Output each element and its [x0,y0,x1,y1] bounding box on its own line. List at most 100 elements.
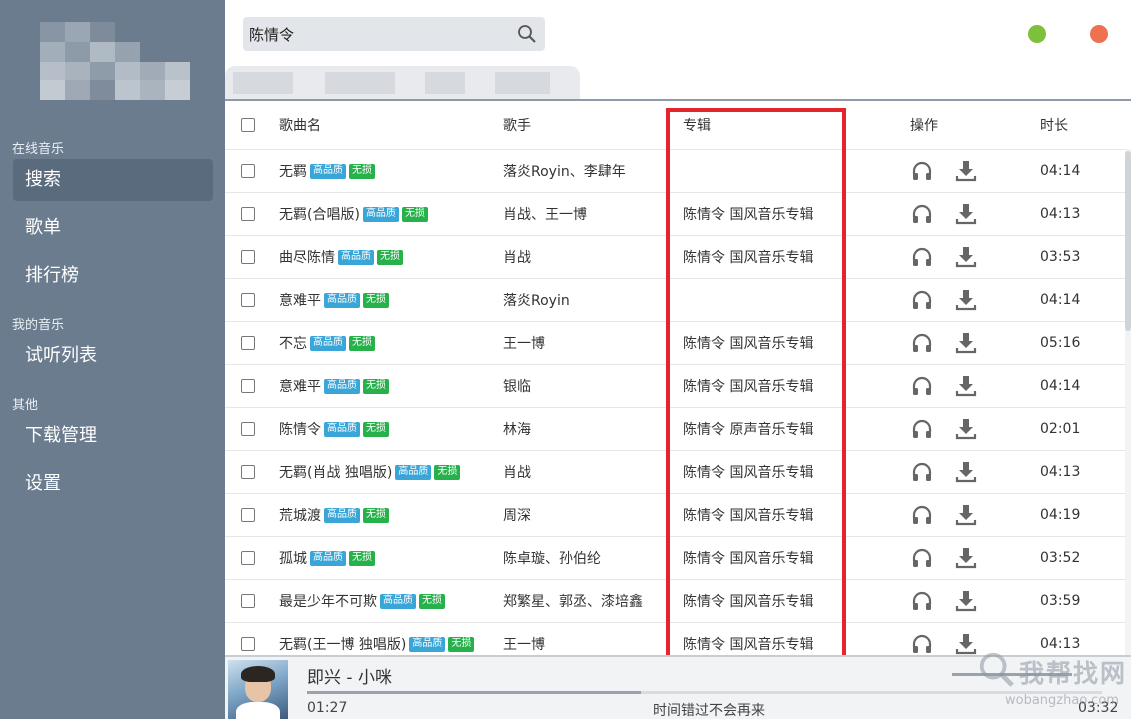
headphones-icon[interactable] [910,460,934,484]
table-row[interactable]: 无羁 高品质 无损 落炎Royin、李肆年 04:14 [225,149,1125,192]
quality-tag-lossless: 无损 [434,464,461,480]
album-cover[interactable] [228,660,288,719]
avatar[interactable] [40,22,190,100]
headphones-icon[interactable] [910,546,934,570]
sidebar-section-other: 其他 [12,398,39,413]
sidebar-item-playlists[interactable]: 歌单 [13,207,213,249]
download-icon[interactable] [954,460,978,484]
table-row[interactable]: 意难平 高品质 无损 银临 陈情令 国风音乐专辑 04:14 [225,364,1125,407]
song-name[interactable]: 曲尽陈情 [279,247,335,267]
headphones-icon[interactable] [910,417,934,441]
row-checkbox[interactable] [241,207,255,221]
download-icon[interactable] [954,503,978,527]
song-duration: 04:19 [1040,507,1081,523]
window-minimize-button[interactable] [1028,25,1046,43]
quality-tag-hq: 高品质 [324,378,360,394]
headphones-icon[interactable] [910,503,934,527]
artist-name: 王一博 [503,637,545,653]
sidebar-item-search[interactable]: 搜索 [13,159,213,201]
sidebar-item-charts[interactable]: 排行榜 [13,255,213,297]
sidebar-item-settings[interactable]: 设置 [13,463,213,505]
download-icon[interactable] [954,589,978,613]
watermark-sub: wobangzhao.com [1005,693,1119,708]
quality-tag-lossless: 无损 [363,421,389,437]
table-row[interactable]: 曲尽陈情 高品质 无损 肖战 陈情令 国风音乐专辑 03:53 [225,235,1125,278]
song-name[interactable]: 陈情令 [279,419,321,439]
song-name[interactable]: 无羁(王一博 独唱版) [279,634,406,654]
song-name[interactable]: 无羁 [279,161,307,181]
song-name[interactable]: 无羁(合唱版) [279,204,360,224]
table-row[interactable]: 荒城渡 高品质 无损 周深 陈情令 国风音乐专辑 04:19 [225,493,1125,536]
song-duration: 03:52 [1040,550,1081,566]
headphones-icon[interactable] [910,202,934,226]
row-checkbox[interactable] [241,508,255,522]
album-name: 陈情令 国风音乐专辑 [683,207,814,223]
download-icon[interactable] [954,202,978,226]
song-name[interactable]: 不忘 [279,333,307,353]
table-header: 歌曲名 歌手 专辑 操作 时长 [225,101,1125,149]
table-row[interactable]: 孤城 高品质 无损 陈卓璇、孙伯纶 陈情令 国风音乐专辑 03:52 [225,536,1125,579]
download-icon[interactable] [954,417,978,441]
search-input[interactable] [249,21,499,47]
source-tabs-blurred [225,66,580,100]
song-name[interactable]: 最是少年不可欺 [279,591,377,611]
album-name: 陈情令 国风音乐专辑 [683,594,814,610]
magnifier-watermark-icon [979,652,1014,687]
song-name[interactable]: 无羁(肖战 独唱版) [279,462,392,482]
download-icon[interactable] [954,288,978,312]
top-bar [225,0,1131,100]
headphones-icon[interactable] [910,331,934,355]
table-row[interactable]: 意难平 高品质 无损 落炎Royin 04:14 [225,278,1125,321]
row-checkbox[interactable] [241,551,255,565]
album-name: 陈情令 国风音乐专辑 [683,336,814,352]
headphones-icon[interactable] [910,589,934,613]
artist-name: 落炎Royin [503,293,570,309]
download-icon[interactable] [954,546,978,570]
row-checkbox[interactable] [241,293,255,307]
table-row[interactable]: 无羁(肖战 独唱版) 高品质 无损 肖战 陈情令 国风音乐专辑 04:13 [225,450,1125,493]
headphones-icon[interactable] [910,288,934,312]
row-checkbox[interactable] [241,164,255,178]
window-close-button[interactable] [1090,25,1108,43]
download-icon[interactable] [954,159,978,183]
table-row[interactable]: 最是少年不可欺 高品质 无损 郑繁星、郭丞、漆培鑫 陈情令 国风音乐专辑 03:59 [225,579,1125,622]
scrollbar-thumb[interactable] [1125,151,1131,331]
headphones-icon[interactable] [910,374,934,398]
quality-tag-lossless: 无损 [363,507,389,523]
download-icon[interactable] [954,374,978,398]
song-duration: 04:14 [1040,163,1081,179]
row-checkbox[interactable] [241,379,255,393]
row-checkbox[interactable] [241,422,255,436]
song-duration: 03:59 [1040,593,1081,609]
row-checkbox[interactable] [241,336,255,350]
current-time: 01:27 [307,700,348,716]
row-checkbox[interactable] [241,250,255,264]
search-icon[interactable] [517,24,537,44]
song-name[interactable]: 孤城 [279,548,307,568]
quality-tag-hq: 高品质 [324,507,360,523]
quality-tag-hq: 高品质 [324,292,360,308]
headphones-icon[interactable] [910,632,934,655]
song-name[interactable]: 荒城渡 [279,505,321,525]
headphones-icon[interactable] [910,245,934,269]
sidebar-item-downloads[interactable]: 下载管理 [13,415,213,457]
download-icon[interactable] [954,331,978,355]
row-checkbox[interactable] [241,594,255,608]
headphones-icon[interactable] [910,159,934,183]
sidebar-item-trial-list[interactable]: 试听列表 [13,335,213,377]
artist-name: 银临 [503,379,531,395]
watermark-main: 我帮找网 [1019,659,1128,688]
table-row[interactable]: 无羁(合唱版) 高品质 无损 肖战、王一博 陈情令 国风音乐专辑 04:13 [225,192,1125,235]
song-name[interactable]: 意难平 [279,376,321,396]
album-name: 陈情令 原声音乐专辑 [683,422,814,438]
row-checkbox[interactable] [241,637,255,651]
album-name: 陈情令 国风音乐专辑 [683,551,814,567]
quality-tag-hq: 高品质 [380,593,416,609]
row-checkbox[interactable] [241,465,255,479]
artist-name: 落炎Royin、李肆年 [503,164,626,180]
table-row[interactable]: 陈情令 高品质 无损 林海 陈情令 原声音乐专辑 02:01 [225,407,1125,450]
table-row[interactable]: 不忘 高品质 无损 王一博 陈情令 国风音乐专辑 05:16 [225,321,1125,364]
download-icon[interactable] [954,245,978,269]
select-all-checkbox[interactable] [241,118,255,132]
song-name[interactable]: 意难平 [279,290,321,310]
